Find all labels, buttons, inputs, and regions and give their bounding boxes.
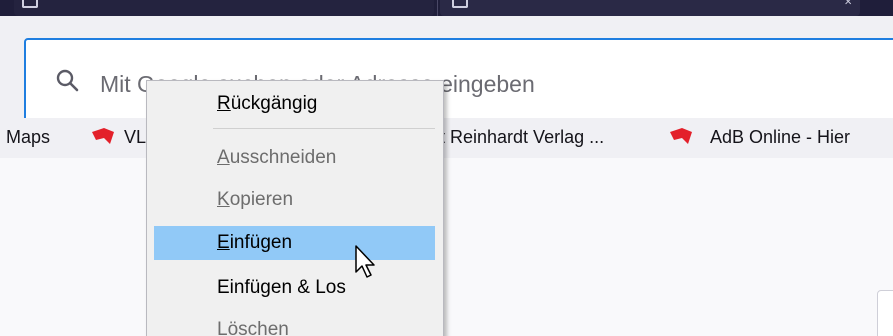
- menu-item-label: opieren: [229, 189, 294, 210]
- bookmarks-toolbar: Maps VL t Reinhardt Verlag ... AdB Onlin…: [0, 118, 893, 158]
- menu-item-accel: K: [217, 189, 230, 210]
- menu-item-accel: A: [217, 147, 230, 168]
- bookmark-adb-online[interactable]: AdB Online - Hier: [710, 127, 850, 148]
- browser-window: ✕ Mit Google suchen oder Adresse eingebe…: [0, 0, 893, 336]
- menu-item-accel: E: [217, 232, 230, 253]
- menu-item-label: infügen: [229, 232, 293, 253]
- bookmark-maps[interactable]: Maps: [6, 127, 50, 148]
- menu-item-label: usschneiden: [229, 147, 337, 168]
- red-bookmark-icon: [670, 128, 692, 144]
- tab[interactable]: [14, 0, 434, 16]
- menu-item-paste-and-go[interactable]: Einfügen & Los: [154, 271, 435, 305]
- menu-item-label: öschen: [227, 319, 289, 336]
- content-card: [877, 290, 893, 336]
- menu-item-label: Einfügen & Los: [217, 277, 346, 298]
- mouse-pointer-icon: [355, 245, 375, 278]
- tab-strip: ✕: [0, 0, 893, 16]
- menu-separator: [213, 128, 435, 129]
- context-menu: Rückgängig Ausschneiden Kopieren Einfüge…: [146, 80, 444, 336]
- menu-item-accel: R: [217, 93, 231, 114]
- page-icon: [22, 0, 38, 8]
- menu-item-label: ückgängig: [230, 93, 318, 114]
- close-icon[interactable]: ✕: [844, 0, 854, 8]
- menu-item-accel: L: [217, 319, 228, 336]
- menu-item-copy[interactable]: Kopieren: [154, 183, 435, 217]
- tab[interactable]: ✕: [440, 0, 860, 16]
- red-bookmark-icon: [92, 128, 114, 144]
- navigation-toolbar: Mit Google suchen oder Adresse eingeben: [0, 16, 893, 122]
- bookmark-reinhardt-verlag[interactable]: t Reinhardt Verlag ...: [440, 127, 604, 148]
- tab-separator: [437, 0, 438, 16]
- menu-item-undo[interactable]: Rückgängig: [154, 87, 435, 121]
- page-icon: [452, 0, 468, 8]
- menu-item-paste[interactable]: Einfügen: [154, 226, 435, 260]
- search-icon: [56, 69, 79, 92]
- page-content: [0, 158, 893, 336]
- menu-item-delete[interactable]: Löschen: [154, 313, 435, 336]
- menu-item-cut[interactable]: Ausschneiden: [154, 141, 435, 175]
- bookmark-vl[interactable]: VL: [124, 127, 146, 148]
